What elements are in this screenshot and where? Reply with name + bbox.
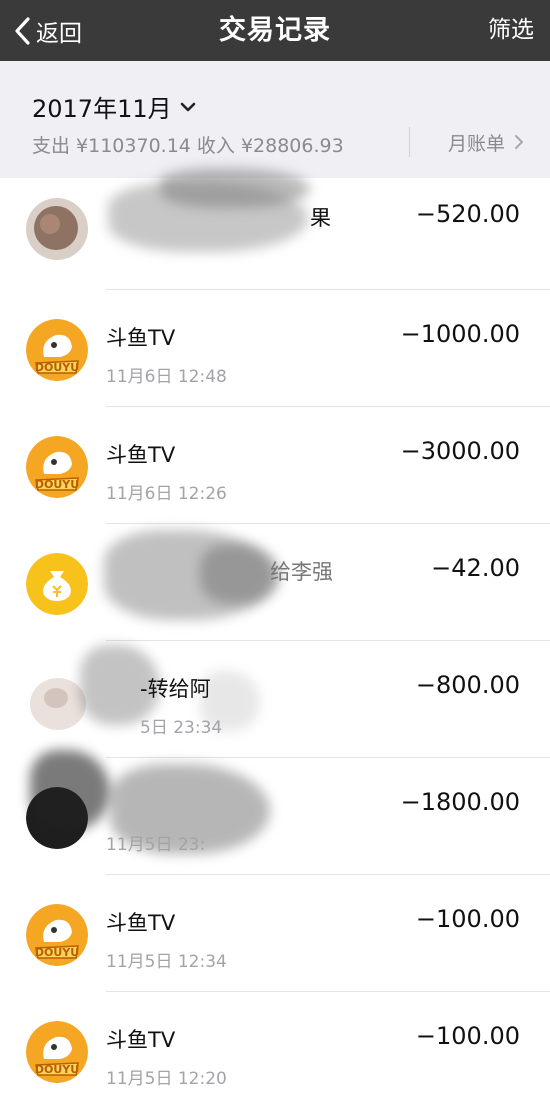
redaction-scribble (160, 168, 310, 208)
merchant-name: 果 (310, 206, 331, 230)
transaction-time: 11月6日 12:26 (106, 484, 227, 504)
transaction-time: 5日 23:34 (140, 718, 223, 738)
merchant-name: -转给阿 (140, 677, 211, 701)
merchant-name: 斗鱼TV (106, 1028, 176, 1052)
amount: −42.00 (431, 554, 520, 582)
amount: −100.00 (415, 1022, 520, 1050)
svg-text:DOUYU: DOUYU (35, 361, 79, 374)
merchant-name: 斗鱼TV (106, 911, 176, 935)
transaction-row[interactable]: 11月5日 23: −1800.00 (0, 750, 550, 875)
photo-avatar (26, 198, 88, 260)
redaction-scribble (200, 544, 280, 604)
transaction-row[interactable]: 果 −520.00 (0, 168, 550, 290)
photo-avatar (26, 670, 88, 732)
svg-text:DOUYU: DOUYU (35, 478, 79, 491)
douyu-icon: DOUYU (26, 904, 88, 966)
redaction-scribble (30, 750, 110, 830)
divider (409, 127, 410, 157)
month-picker[interactable]: 2017年11月 (32, 89, 196, 124)
monthly-bill-label: 月账单 (447, 132, 505, 155)
page-title: 交易记录 (219, 15, 331, 46)
transaction-time: 11月6日 12:48 (106, 367, 227, 387)
monthly-bill-link[interactable]: 月账单 (448, 127, 524, 157)
chevron-right-icon (515, 135, 523, 149)
month-summary: 2017年11月 支出 ¥110370.14 收入 ¥28806.93 月账单 (0, 61, 550, 178)
transaction-row[interactable]: 给李强 −42.00 (0, 524, 550, 641)
douyu-icon: DOUYU (26, 319, 88, 381)
chevron-down-icon (180, 102, 195, 111)
transaction-time: 11月5日 23: (106, 835, 206, 855)
amount: −1000.00 (400, 320, 520, 348)
transaction-row[interactable]: DOUYU 斗鱼TV 11月5日 12:34 −100.00 (0, 875, 550, 992)
merchant-name: 给李强 (270, 560, 333, 584)
month-label: 2017年11月 (32, 95, 172, 123)
transaction-time: 11月5日 12:20 (106, 1069, 227, 1089)
merchant-name: 斗鱼TV (106, 443, 176, 467)
top-navigation-bar: 返回 交易记录 筛选 (0, 0, 550, 61)
transaction-time: 11月5日 12:34 (106, 952, 227, 972)
svg-text:DOUYU: DOUYU (35, 1063, 79, 1076)
amount: −3000.00 (400, 437, 520, 465)
expense-income-totals: 支出 ¥110370.14 收入 ¥28806.93 (32, 135, 344, 157)
amount: −800.00 (415, 671, 520, 699)
merchant-name: 斗鱼TV (106, 326, 176, 350)
amount: −1800.00 (400, 788, 520, 816)
amount: −100.00 (415, 905, 520, 933)
amount: −520.00 (415, 200, 520, 228)
transaction-row[interactable]: DOUYU 斗鱼TV 11月6日 12:26 −3000.00 (0, 407, 550, 524)
douyu-icon: DOUYU (26, 436, 88, 498)
transaction-list: 果 −520.00 DOUYU 斗鱼TV 11月6日 12:48 −1000.0… (0, 168, 550, 1109)
douyu-icon: DOUYU (26, 1021, 88, 1083)
transaction-row[interactable]: -转给阿 5日 23:34 −800.00 (0, 641, 550, 758)
transaction-row[interactable]: DOUYU 斗鱼TV 11月5日 12:20 −100.00 (0, 992, 550, 1109)
svg-text:DOUYU: DOUYU (35, 946, 79, 959)
money-bag-icon (26, 553, 88, 615)
filter-button[interactable]: 筛选 (488, 0, 534, 61)
transaction-row[interactable]: DOUYU 斗鱼TV 11月6日 12:48 −1000.00 (0, 290, 550, 407)
